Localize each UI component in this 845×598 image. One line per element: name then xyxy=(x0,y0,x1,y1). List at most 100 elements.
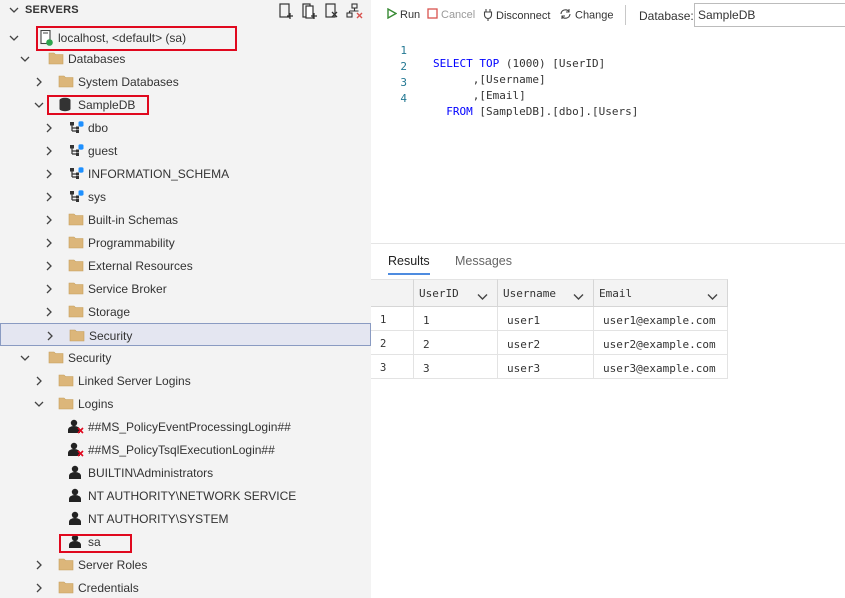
tree-item-label: localhost, <default> (sa) xyxy=(58,31,187,45)
tree-item-security[interactable]: Security xyxy=(0,346,371,369)
column-header-email[interactable]: Email xyxy=(594,279,728,307)
tree-item-security[interactable]: Security xyxy=(0,323,371,346)
tree-item-label: System Databases xyxy=(78,75,179,89)
chevron-right-icon[interactable] xyxy=(34,582,44,596)
collapse-all-icon[interactable] xyxy=(346,2,363,20)
tree-item-label: Logins xyxy=(78,397,114,411)
table-cell[interactable]: user3 xyxy=(498,355,594,379)
tab-messages[interactable]: Messages xyxy=(455,254,512,268)
tree-item-sys[interactable]: sys xyxy=(0,185,371,208)
sort-chevron-icon[interactable] xyxy=(477,290,488,304)
column-header-username[interactable]: Username xyxy=(498,279,594,307)
disconnect-label: Disconnect xyxy=(496,10,551,22)
chevron-right-icon[interactable] xyxy=(44,168,54,182)
folder-icon xyxy=(58,580,74,595)
sql-editor[interactable]: 1 SELECT TOP (1000) [UserID] 2 ,[Usernam… xyxy=(371,31,845,241)
row-number[interactable]: 2 xyxy=(371,331,414,355)
tree-item-dbo[interactable]: dbo xyxy=(0,116,371,139)
column-header-userid[interactable]: UserID xyxy=(414,279,498,307)
tree-item-external-resources[interactable]: External Resources xyxy=(0,254,371,277)
chevron-right-icon[interactable] xyxy=(44,283,54,297)
chevron-right-icon[interactable] xyxy=(34,559,44,573)
tree-item-label: NT AUTHORITY\SYSTEM xyxy=(88,512,229,526)
chevron-right-icon[interactable] xyxy=(34,76,44,90)
tree-item-guest[interactable]: guest xyxy=(0,139,371,162)
tree-item-service-broker[interactable]: Service Broker xyxy=(0,277,371,300)
chevron-down-icon[interactable] xyxy=(9,32,19,46)
chevron-right-icon[interactable] xyxy=(44,214,54,228)
chevron-down-icon[interactable] xyxy=(34,398,44,412)
new-connection-icon[interactable] xyxy=(278,2,294,20)
table-cell[interactable]: 2 xyxy=(414,331,498,355)
tree-item-label: Built-in Schemas xyxy=(88,213,179,227)
chevron-right-icon[interactable] xyxy=(44,122,54,136)
table-cell[interactable]: user1@example.com xyxy=(594,307,728,331)
tree-item-server-roles[interactable]: Server Roles xyxy=(0,553,371,576)
row-number[interactable]: 3 xyxy=(371,355,414,379)
keyword-from: FROM xyxy=(446,105,473,118)
chevron-down-icon[interactable] xyxy=(20,352,30,366)
code-line: 4 FROM [SampleDB].[dbo].[Users] xyxy=(371,79,845,118)
table-cell[interactable]: user3@example.com xyxy=(594,355,728,379)
database-label: Database: xyxy=(639,9,694,23)
tree-item-credentials[interactable]: Credentials xyxy=(0,576,371,598)
chevron-right-icon[interactable] xyxy=(45,330,55,344)
schema-icon xyxy=(68,143,84,158)
tree-item-builtin-administrators[interactable]: BUILTIN\Administrators xyxy=(0,461,371,484)
servers-header[interactable]: SERVERS xyxy=(0,0,371,22)
tree-item-nt-authority-system[interactable]: NT AUTHORITY\SYSTEM xyxy=(0,507,371,530)
tree-item-label: Databases xyxy=(68,52,126,66)
chevron-right-icon[interactable] xyxy=(44,237,54,251)
database-icon xyxy=(58,97,74,112)
folder-icon xyxy=(68,281,84,296)
chevron-right-icon[interactable] xyxy=(44,191,54,205)
run-button[interactable]: Run xyxy=(387,7,420,24)
schema-icon xyxy=(68,189,84,204)
stop-icon xyxy=(427,8,438,22)
database-select[interactable]: SampleDB xyxy=(694,3,845,27)
table-cell[interactable]: user2 xyxy=(498,331,594,355)
tree-item-label: ##MS_PolicyEventProcessingLogin## xyxy=(88,420,291,434)
query-toolbar: Run Cancel Disconnect Change Database: S… xyxy=(371,0,845,30)
tree-item-databases[interactable]: Databases xyxy=(0,47,371,70)
tree-item-localhost-default-sa[interactable]: localhost, <default> (sa) xyxy=(0,26,371,49)
tree-item-information-schema[interactable]: INFORMATION_SCHEMA xyxy=(0,162,371,185)
table-cell[interactable]: 3 xyxy=(414,355,498,379)
chevron-right-icon[interactable] xyxy=(34,375,44,389)
tree-item-ms-policyeventprocessinglogin[interactable]: ##MS_PolicyEventProcessingLogin## xyxy=(0,415,371,438)
tree-item-ms-policytsqlexecutionlogin[interactable]: ##MS_PolicyTsqlExecutionLogin## xyxy=(0,438,371,461)
change-connection-button[interactable]: Change xyxy=(559,8,614,24)
chevron-down-icon[interactable] xyxy=(9,4,19,18)
sort-chevron-icon[interactable] xyxy=(707,290,718,304)
tree-item-system-databases[interactable]: System Databases xyxy=(0,70,371,93)
tree-item-logins[interactable]: Logins xyxy=(0,392,371,415)
table-cell[interactable]: user2@example.com xyxy=(594,331,728,355)
tree-item-sampledb[interactable]: SampleDB xyxy=(0,93,371,116)
tree-item-storage[interactable]: Storage xyxy=(0,300,371,323)
tree-item-nt-authority-network-service[interactable]: NT AUTHORITY\NETWORK SERVICE xyxy=(0,484,371,507)
table-cell[interactable]: 1 xyxy=(414,307,498,331)
sort-chevron-icon[interactable] xyxy=(573,290,584,304)
chevron-down-icon[interactable] xyxy=(34,99,44,113)
change-label: Change xyxy=(575,9,614,22)
tree-item-linked-server-logins[interactable]: Linked Server Logins xyxy=(0,369,371,392)
tree-item-programmability[interactable]: Programmability xyxy=(0,231,371,254)
folder-icon xyxy=(68,304,84,319)
chevron-down-icon[interactable] xyxy=(20,53,30,67)
tree-item-label: Credentials xyxy=(78,581,139,595)
row-number[interactable]: 1 xyxy=(371,307,414,331)
query-editor-pane: Run Cancel Disconnect Change Database: S… xyxy=(371,0,845,598)
chevron-right-icon[interactable] xyxy=(44,145,54,159)
chevron-right-icon[interactable] xyxy=(44,260,54,274)
cancel-button[interactable]: Cancel xyxy=(427,8,475,24)
tree-item-sa[interactable]: sa xyxy=(0,530,371,553)
tree-item-label: dbo xyxy=(88,121,109,135)
table-cell[interactable]: user1 xyxy=(498,307,594,331)
disconnect-icon[interactable] xyxy=(323,2,339,20)
disconnect-button[interactable]: Disconnect xyxy=(483,8,550,24)
new-server-group-icon[interactable] xyxy=(301,2,317,20)
chevron-right-icon[interactable] xyxy=(44,306,54,320)
tab-results[interactable]: Results xyxy=(388,254,430,275)
tree-item-built-in-schemas[interactable]: Built-in Schemas xyxy=(0,208,371,231)
cancel-label: Cancel xyxy=(441,9,476,21)
